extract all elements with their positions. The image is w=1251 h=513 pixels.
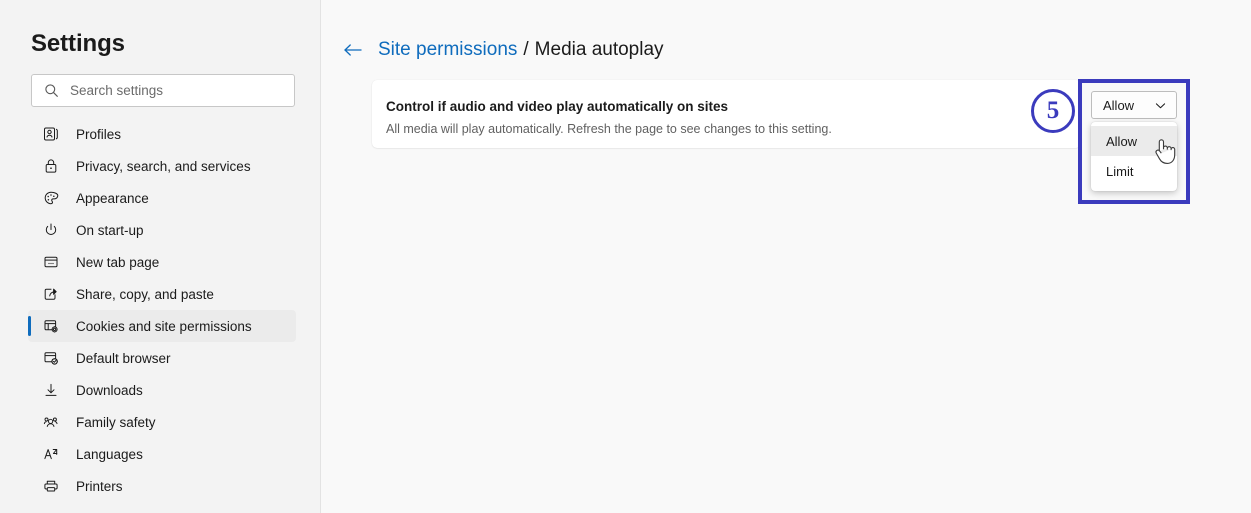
sidebar-item-printers[interactable]: Printers	[28, 470, 296, 502]
setting-title: Control if audio and video play automati…	[386, 99, 729, 114]
sidebar-item-label: Cookies and site permissions	[76, 318, 252, 334]
sidebar-item-languages[interactable]: Languages	[28, 438, 296, 470]
new-tab-icon	[43, 252, 67, 272]
sidebar-item-label: Family safety	[76, 414, 156, 430]
chevron-down-icon	[1154, 99, 1167, 112]
download-icon	[43, 380, 67, 400]
breadcrumb-current-page: Media autoplay	[534, 39, 664, 60]
breadcrumb: Site permissions / Media autoplay	[340, 37, 664, 63]
dropdown-option-list: Allow Limit	[1091, 122, 1177, 191]
cookies-icon	[43, 316, 67, 336]
media-autoplay-dropdown: Allow Allow Limit	[1091, 91, 1177, 191]
profiles-icon	[43, 124, 67, 144]
breadcrumb-separator: /	[523, 39, 529, 60]
sidebar-item-label: Privacy, search, and services	[76, 158, 251, 174]
sidebar-item-label: Printers	[76, 478, 123, 494]
default-browser-icon	[43, 348, 67, 368]
printer-icon	[43, 476, 67, 496]
dropdown-option-limit[interactable]: Limit	[1091, 156, 1177, 186]
page-title: Settings	[31, 30, 125, 57]
languages-icon	[43, 444, 67, 464]
settings-window: Settings Profiles	[0, 0, 1251, 513]
breadcrumb-link-site-permissions[interactable]: Site permissions	[378, 39, 517, 61]
sidebar-item-label: Default browser	[76, 350, 171, 366]
sidebar-item-label: Downloads	[76, 382, 143, 398]
sidebar-item-cookies-and-site-permissions[interactable]: Cookies and site permissions	[28, 310, 296, 342]
lock-icon	[43, 156, 67, 176]
sidebar-item-label: Share, copy, and paste	[76, 286, 214, 302]
sidebar-item-label: Profiles	[76, 126, 122, 142]
sidebar-item-default-browser[interactable]: Default browser	[28, 342, 296, 374]
palette-icon	[43, 188, 67, 208]
search-icon	[32, 83, 70, 98]
sidebar-item-family-safety[interactable]: Family safety	[28, 406, 296, 438]
sidebar-nav-list: Profiles Privacy, search, and services A…	[0, 118, 321, 502]
dropdown-toggle-button[interactable]: Allow	[1091, 91, 1177, 119]
step-number-badge: 5	[1031, 89, 1075, 133]
share-icon	[43, 284, 67, 304]
sidebar-item-label: Languages	[76, 446, 143, 462]
sidebar-item-appearance[interactable]: Appearance	[28, 182, 296, 214]
sidebar-item-label: On start-up	[76, 222, 144, 238]
search-box[interactable]	[31, 74, 295, 107]
family-icon	[43, 412, 67, 432]
setting-description: All media will play automatically. Refre…	[386, 122, 832, 136]
dropdown-selected-value: Allow	[1103, 97, 1135, 113]
search-input[interactable]	[70, 83, 280, 98]
sidebar-item-profiles[interactable]: Profiles	[28, 118, 296, 150]
sidebar-item-on-startup[interactable]: On start-up	[28, 214, 296, 246]
sidebar-item-label: Appearance	[76, 190, 149, 206]
sidebar-item-downloads[interactable]: Downloads	[28, 374, 296, 406]
sidebar-item-share-copy-paste[interactable]: Share, copy, and paste	[28, 278, 296, 310]
sidebar-item-privacy[interactable]: Privacy, search, and services	[28, 150, 296, 182]
sidebar: Settings Profiles	[0, 0, 321, 513]
power-icon	[43, 220, 67, 240]
dropdown-option-allow[interactable]: Allow	[1091, 126, 1177, 156]
sidebar-item-label: New tab page	[76, 254, 160, 270]
setting-card: Control if audio and video play automati…	[372, 80, 1081, 148]
sidebar-item-new-tab-page[interactable]: New tab page	[28, 246, 296, 278]
main-content: Site permissions / Media autoplay Contro…	[321, 0, 1251, 513]
back-arrow-icon[interactable]	[340, 37, 366, 63]
